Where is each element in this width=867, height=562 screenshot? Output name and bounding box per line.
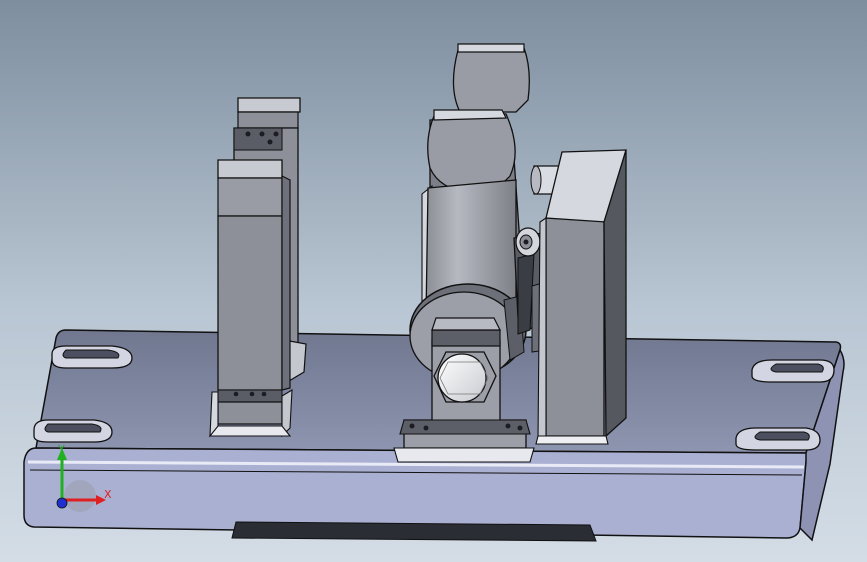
triad-y-label: Y <box>58 443 65 456</box>
plate-slot-left-front <box>33 419 113 443</box>
plate-slot-right-back <box>751 359 835 383</box>
fixture-model[interactable] <box>0 0 867 562</box>
plate-slot-left-back <box>51 345 133 369</box>
cad-3d-viewport[interactable]: Y X <box>0 0 867 562</box>
hex-bolt[interactable] <box>433 351 497 403</box>
z-axis-marker <box>56 497 68 509</box>
left-support-front[interactable] <box>208 159 293 438</box>
plate-slot-right-front <box>735 427 821 451</box>
pivot-pin <box>515 227 541 257</box>
triad-x-label: X <box>104 488 112 501</box>
back-clamp-arm[interactable] <box>452 43 530 113</box>
